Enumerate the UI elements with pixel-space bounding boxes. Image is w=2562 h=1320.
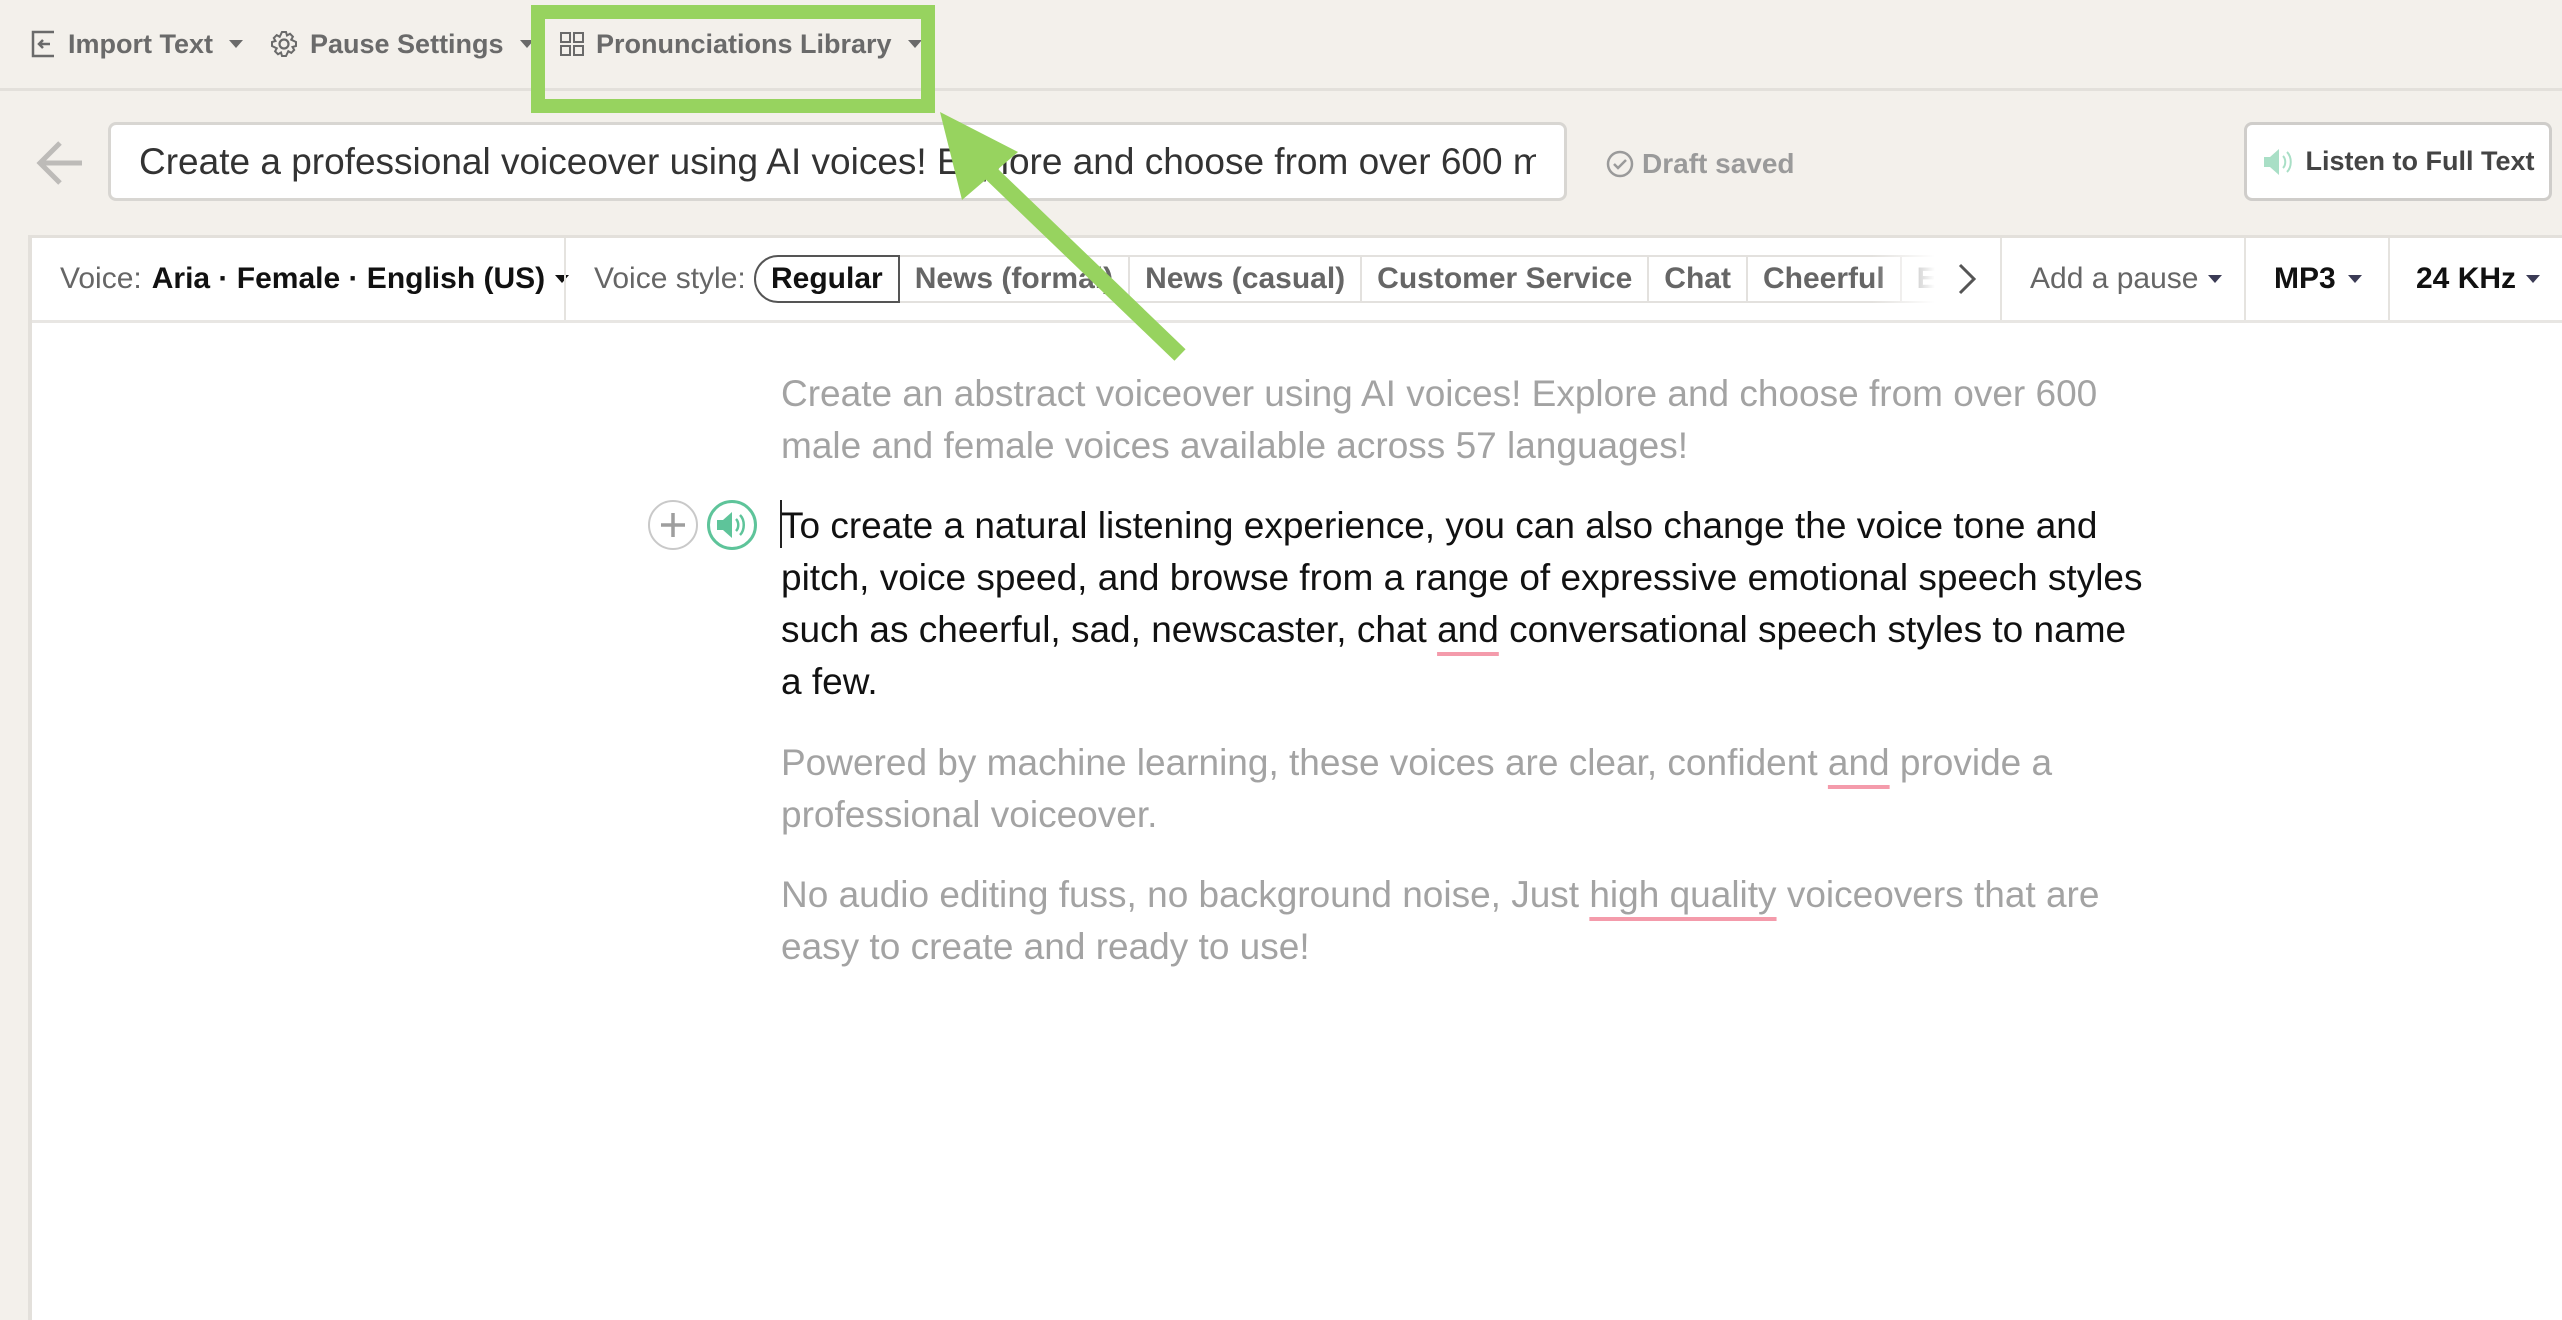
next-styles-button[interactable] bbox=[1952, 255, 1982, 303]
divider bbox=[2244, 238, 2246, 320]
speaker-icon bbox=[717, 512, 745, 538]
style-tab-label: News (casual) bbox=[1145, 262, 1346, 295]
editor-toolbar: Voice: Aria · Female · English (US) Voic… bbox=[32, 238, 2562, 323]
chevron-down-icon bbox=[2208, 275, 2223, 283]
style-tab-regular[interactable]: Regular bbox=[754, 255, 900, 303]
format-dropdown[interactable]: MP3 bbox=[2274, 238, 2362, 320]
paragraph-text: No audio editing fuss, no background noi… bbox=[781, 874, 1590, 915]
style-tab-chat[interactable]: Chat bbox=[1649, 255, 1748, 303]
paragraph-active[interactable]: To create a natural listening experience… bbox=[781, 500, 2151, 708]
paragraph[interactable]: No audio editing fuss, no background noi… bbox=[781, 869, 2151, 973]
style-tab-label: Customer Service bbox=[1377, 262, 1633, 295]
style-tab-label: Cheerful bbox=[1762, 262, 1885, 295]
sample-rate-dropdown[interactable]: 24 KHz bbox=[2416, 238, 2541, 320]
paragraph[interactable]: Create an abstract voiceover using AI vo… bbox=[781, 368, 2151, 472]
add-pause-label: Add a pause bbox=[2030, 262, 2199, 295]
style-tab-news-formal[interactable]: News (formal) bbox=[899, 255, 1131, 303]
spell-flag[interactable]: and bbox=[1437, 609, 1499, 650]
import-text-menu[interactable]: Import Text bbox=[30, 22, 244, 66]
tabs-fade bbox=[1872, 255, 1962, 303]
voice-style-tabs: Regular News (formal) News (casual) Cust… bbox=[754, 255, 1962, 303]
style-tab-label: Regular bbox=[771, 262, 883, 295]
chevron-down-icon bbox=[2347, 275, 2362, 283]
voice-label: Voice: bbox=[60, 262, 142, 295]
listen-full-text-label: Listen to Full Text bbox=[2305, 146, 2535, 176]
paragraph[interactable]: Powered by machine learning, these voice… bbox=[781, 737, 2151, 841]
draft-status-label: Draft saved bbox=[1642, 148, 1795, 179]
voice-value: Aria · Female · English (US) bbox=[151, 262, 546, 295]
top-toolbar: Import Text Pause Settings Pronunciation… bbox=[0, 0, 2562, 91]
voice-style-label: Voice style: bbox=[594, 262, 746, 295]
divider bbox=[564, 238, 566, 320]
divider bbox=[2388, 238, 2390, 320]
spell-flag[interactable]: high quality bbox=[1589, 874, 1776, 915]
back-button[interactable] bbox=[32, 138, 88, 188]
title-input[interactable] bbox=[108, 122, 1567, 201]
style-tab-label: News (formal) bbox=[914, 262, 1114, 295]
import-text-label: Import Text bbox=[68, 28, 214, 59]
draft-status: Draft saved bbox=[1606, 142, 1795, 186]
spell-flag[interactable]: and bbox=[1828, 742, 1890, 783]
voice-style-label-cell: Voice style: bbox=[594, 238, 746, 320]
style-tab-label: Chat bbox=[1664, 262, 1731, 295]
paragraph-text: Powered by machine learning, these voice… bbox=[781, 742, 1828, 783]
style-tab-news-casual[interactable]: News (casual) bbox=[1130, 255, 1363, 303]
style-tab-customer-service[interactable]: Customer Service bbox=[1362, 255, 1650, 303]
pause-settings-menu[interactable]: Pause Settings bbox=[270, 22, 534, 66]
add-paragraph-button[interactable] bbox=[648, 500, 698, 550]
annotation-highlight-box bbox=[531, 5, 935, 113]
sample-rate-value: 24 KHz bbox=[2416, 262, 2517, 295]
voice-selector[interactable]: Voice: Aria · Female · English (US) bbox=[60, 238, 570, 320]
speaker-icon bbox=[2263, 148, 2292, 175]
listen-full-text-button[interactable]: Listen to Full Text bbox=[2244, 122, 2552, 201]
gear-icon bbox=[271, 31, 297, 57]
paragraph-text: Create an abstract voiceover using AI vo… bbox=[781, 373, 2098, 466]
plus-icon bbox=[661, 513, 685, 537]
check-circle-icon bbox=[1606, 150, 1634, 178]
chevron-down-icon bbox=[229, 40, 244, 48]
format-value: MP3 bbox=[2274, 262, 2336, 295]
pause-settings-label: Pause Settings bbox=[310, 28, 504, 59]
import-icon bbox=[31, 30, 54, 58]
divider bbox=[2000, 238, 2002, 320]
play-paragraph-button[interactable] bbox=[707, 500, 757, 550]
arrow-left-icon bbox=[36, 141, 82, 185]
add-pause-dropdown[interactable]: Add a pause bbox=[2030, 238, 2223, 320]
chevron-down-icon bbox=[555, 275, 570, 283]
chevron-right-icon bbox=[1958, 263, 1977, 295]
chevron-down-icon bbox=[2526, 275, 2541, 283]
